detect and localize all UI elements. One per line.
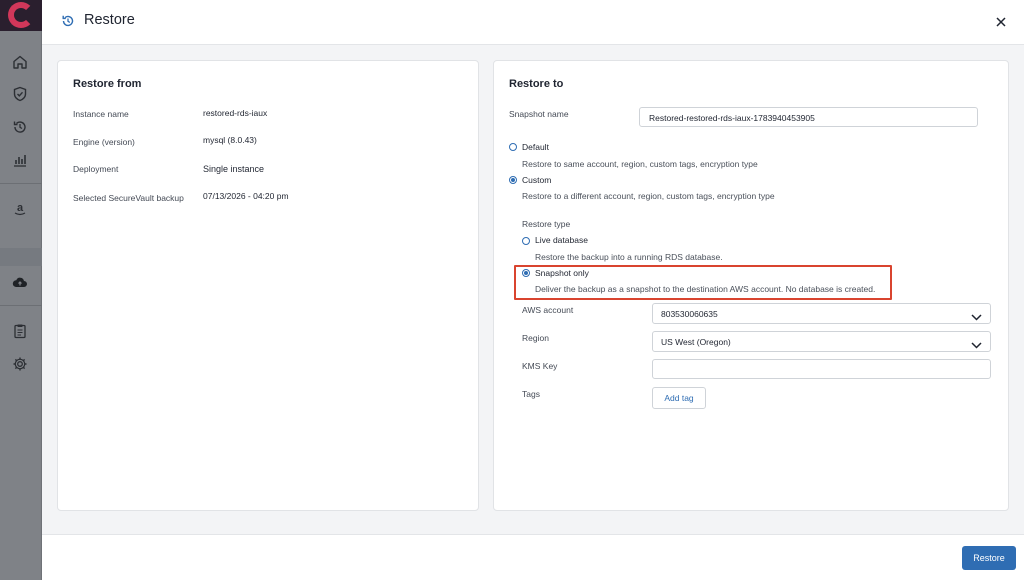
restore-to-panel: Restore to Snapshot name Restored-restor… (493, 60, 1009, 511)
region-select[interactable]: US West (Oregon) (652, 331, 991, 352)
restore-from-title: Restore from (73, 78, 142, 90)
aws-account-select[interactable]: 803530060635 (652, 303, 991, 324)
default-radio-label: Default (522, 142, 549, 152)
nav-divider (0, 183, 42, 184)
region-value: US West (Oregon) (661, 337, 731, 347)
deployment-label: Deployment (73, 164, 119, 174)
app-sidebar: a (0, 0, 42, 580)
modal-title: Restore (84, 12, 135, 28)
chevron-down-icon (971, 309, 982, 321)
instance-name-label: Instance name (73, 109, 129, 119)
engine-version-label: Engine (version) (73, 137, 135, 147)
custom-radio-label: Custom (522, 175, 552, 185)
kms-key-label: KMS Key (522, 361, 558, 371)
aws-account-label: AWS account (522, 305, 574, 315)
gear-icon[interactable] (11, 355, 29, 373)
restore-icon (60, 13, 76, 29)
deployment-value: Single instance (203, 164, 265, 174)
close-icon[interactable] (992, 13, 1010, 31)
snapshot-name-label: Snapshot name (509, 109, 569, 119)
amazon-icon[interactable]: a (11, 200, 29, 218)
add-tag-button[interactable]: Add tag (652, 387, 706, 409)
live-database-radio[interactable] (522, 237, 530, 245)
snapshot-name-input[interactable]: Restored-restored-rds-iaux-1783940453905 (639, 107, 978, 127)
kms-key-input[interactable] (652, 359, 991, 379)
restore-type-label: Restore type (522, 219, 571, 229)
backup-value: 07/13/2026 - 04:20 pm (203, 191, 289, 201)
modal-footer: Restore (42, 534, 1024, 580)
backup-label: Selected SecureVault backup (73, 193, 184, 203)
custom-radio-desc: Restore to a different account, region, … (522, 191, 775, 201)
region-label: Region (522, 333, 549, 343)
modal-header: Restore (42, 0, 1024, 45)
restore-button[interactable]: Restore (962, 546, 1016, 570)
aws-account-value: 803530060635 (661, 309, 718, 319)
clipboard-icon[interactable] (11, 322, 29, 340)
live-database-desc: Restore the backup into a running RDS da… (535, 252, 723, 262)
svg-text:a: a (17, 202, 24, 214)
restore-modal: Restore Restore from Instance name resto… (42, 0, 1024, 580)
tags-label: Tags (522, 389, 540, 399)
snapshot-only-label: Snapshot only (535, 268, 589, 278)
app-logo[interactable] (0, 0, 42, 31)
nav-active-indicator (0, 248, 42, 266)
restore-icon[interactable] (11, 118, 29, 136)
default-radio-desc: Restore to same account, region, custom … (522, 159, 758, 169)
chevron-down-icon (971, 337, 982, 349)
custom-radio[interactable] (509, 176, 517, 184)
instance-name-value: restored-rds-iaux (203, 108, 268, 118)
snapshot-only-desc: Deliver the backup as a snapshot to the … (535, 284, 876, 294)
snapshot-only-radio[interactable] (522, 269, 530, 277)
chart-icon[interactable] (11, 151, 29, 169)
default-radio[interactable] (509, 143, 517, 151)
restore-to-title: Restore to (509, 78, 564, 90)
cloud-upload-icon[interactable] (11, 273, 29, 291)
shield-check-icon[interactable] (11, 85, 29, 103)
nav-divider (0, 305, 42, 306)
home-icon[interactable] (11, 53, 29, 71)
engine-version-value: mysql (8.0.43) (203, 135, 257, 145)
live-database-label: Live database (535, 235, 588, 245)
restore-from-panel: Restore from Instance name restored-rds-… (57, 60, 479, 511)
